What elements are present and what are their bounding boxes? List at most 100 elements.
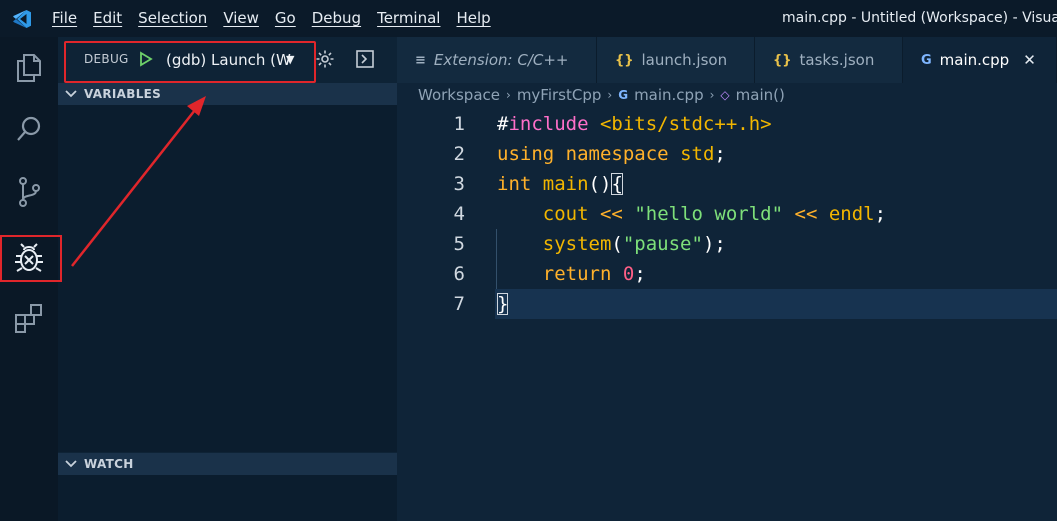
code-token: 0 xyxy=(622,263,635,285)
tab-extension-cpp[interactable]: ≡ Extension: C/C++ xyxy=(397,37,597,83)
code-token: return xyxy=(542,263,612,285)
code-token: { xyxy=(611,173,623,195)
chevron-right-icon: › xyxy=(709,88,715,102)
explorer-icon[interactable] xyxy=(0,43,58,93)
tab-label: launch.json xyxy=(641,51,728,69)
line-number: 5 xyxy=(453,233,465,255)
code-text: #include <bits/stdc++.h> xyxy=(497,109,772,139)
code-token: ; xyxy=(714,143,726,165)
breadcrumb-file[interactable]: main.cpp xyxy=(634,86,704,104)
code-line[interactable]: 1 #include <bits/stdc++.h> xyxy=(397,109,1057,139)
line-number: 2 xyxy=(453,143,465,165)
tab-main-cpp[interactable]: G main.cpp ✕ xyxy=(903,37,1057,83)
code-token: ( xyxy=(611,233,623,255)
line-number: 4 xyxy=(453,203,465,225)
watch-panel xyxy=(58,475,397,521)
code-token: () xyxy=(588,173,612,195)
code-text: system("pause"); xyxy=(497,229,726,259)
close-icon[interactable]: ✕ xyxy=(1023,51,1036,69)
breadcrumb-workspace[interactable]: Workspace xyxy=(418,86,500,104)
line-number: 3 xyxy=(453,173,465,195)
tab-label: tasks.json xyxy=(799,51,875,69)
menu-file[interactable]: File xyxy=(44,0,85,37)
code-token: << xyxy=(599,203,623,225)
code-line[interactable]: 6 return 0; xyxy=(397,259,1057,289)
code-token: main xyxy=(542,173,589,195)
editor-tabs: ≡ Extension: C/C++ {} launch.json {} tas… xyxy=(397,37,1057,83)
code-editor[interactable]: 1 #include <bits/stdc++.h> 2 using namespac… xyxy=(397,109,1057,521)
code-token: ); xyxy=(702,233,726,255)
chevron-right-icon: › xyxy=(506,88,511,102)
line-number: 1 xyxy=(453,113,465,135)
debug-sidebar: DEBUG (gdb) Launch (W ▼ VARIABLES WATCH xyxy=(58,37,397,521)
menu-edit[interactable]: Edit xyxy=(85,0,130,37)
tab-label: Extension: C/C++ xyxy=(433,51,569,69)
code-token: } xyxy=(497,293,509,315)
tab-launch-json[interactable]: {} launch.json xyxy=(597,37,755,83)
code-text: cout << "hello world" << endl; xyxy=(497,199,886,229)
watch-section-header[interactable]: WATCH xyxy=(58,453,397,475)
vscode-logo-icon xyxy=(0,0,44,37)
code-token: cout xyxy=(542,203,589,225)
debug-icon-highlight xyxy=(0,235,62,282)
code-text: using namespace std; xyxy=(497,139,726,169)
code-token: system xyxy=(542,233,612,255)
variables-label: VARIABLES xyxy=(84,87,162,101)
code-token: include xyxy=(508,113,589,135)
menu-bar: File Edit Selection View Go Debug Termin… xyxy=(44,0,499,37)
gear-icon[interactable] xyxy=(315,49,335,69)
code-line[interactable]: 4 cout << "hello world" << endl; xyxy=(397,199,1057,229)
code-token: # xyxy=(497,113,509,135)
menu-selection[interactable]: Selection xyxy=(130,0,215,37)
menu-help[interactable]: Help xyxy=(448,0,498,37)
menu-debug[interactable]: Debug xyxy=(304,0,369,37)
breadcrumb-symbol[interactable]: main() xyxy=(736,86,785,104)
code-token: namespace xyxy=(565,143,669,165)
code-token: endl xyxy=(828,203,875,225)
line-number: 7 xyxy=(453,293,465,315)
code-token: << xyxy=(794,203,818,225)
menu-go[interactable]: Go xyxy=(267,0,304,37)
extensions-icon[interactable] xyxy=(0,293,58,343)
debug-console-icon[interactable] xyxy=(355,49,375,69)
source-control-icon[interactable] xyxy=(0,167,58,217)
breadcrumb-folder[interactable]: myFirstCpp xyxy=(517,86,602,104)
menu-view[interactable]: View xyxy=(215,0,267,37)
code-line[interactable]: 7} xyxy=(397,289,1057,319)
code-token: int xyxy=(497,173,532,195)
search-icon[interactable] xyxy=(0,104,58,154)
tab-tasks-json[interactable]: {} tasks.json xyxy=(755,37,903,83)
method-icon: ◇ xyxy=(720,88,730,102)
chevron-right-icon: › xyxy=(607,88,613,102)
code-token: "pause" xyxy=(622,233,703,255)
menu-terminal[interactable]: Terminal xyxy=(369,0,448,37)
code-token: using xyxy=(497,143,555,165)
code-line[interactable]: 2 using namespace std; xyxy=(397,139,1057,169)
cpp-file-icon: G xyxy=(921,52,932,68)
editor-area: ≡ Extension: C/C++ {} launch.json {} tas… xyxy=(397,37,1057,521)
title-bar: File Edit Selection View Go Debug Termin… xyxy=(0,0,1057,37)
json-icon: {} xyxy=(773,52,792,68)
chevron-down-icon xyxy=(58,460,84,468)
code-token: std xyxy=(680,143,715,165)
code-token: "hello world" xyxy=(634,203,784,225)
variables-section-header[interactable]: VARIABLES xyxy=(58,83,397,105)
code-line[interactable]: 3 int main(){ xyxy=(397,169,1057,199)
code-text: } xyxy=(497,289,509,319)
code-line[interactable]: 5 system("pause"); xyxy=(397,229,1057,259)
code-text: int main(){ xyxy=(497,169,623,199)
chevron-down-icon xyxy=(58,90,84,98)
preview-icon: ≡ xyxy=(415,52,426,68)
cpp-file-icon: G xyxy=(618,88,629,102)
watch-label: WATCH xyxy=(84,457,134,471)
